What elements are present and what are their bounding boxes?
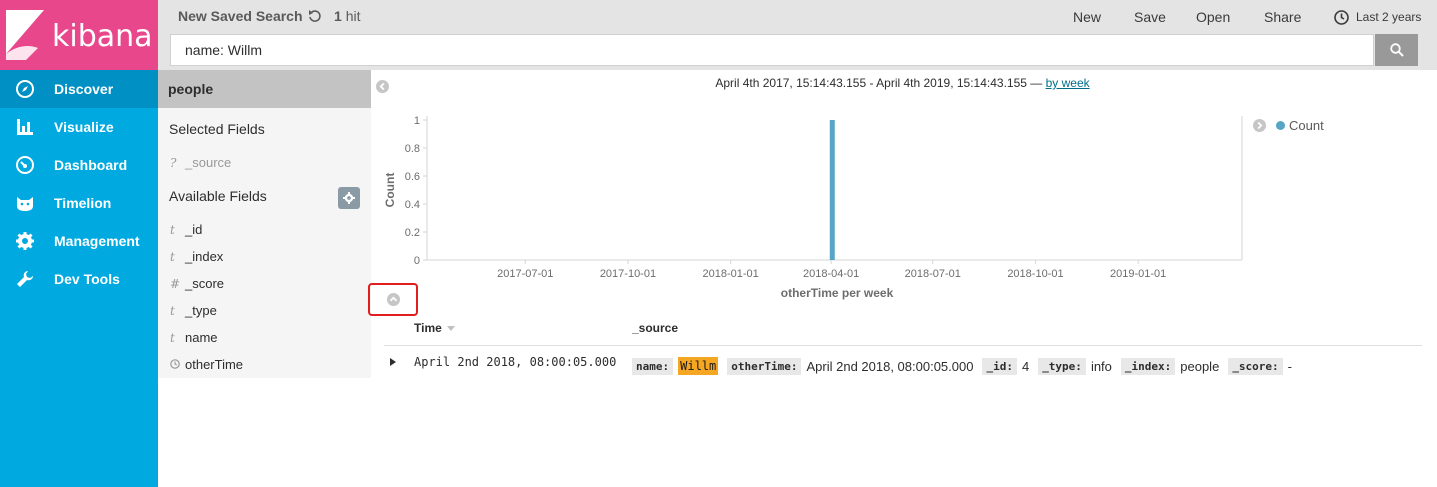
source-value: 4: [1021, 358, 1030, 374]
source-value: people: [1180, 358, 1220, 374]
x-tick-label: 2017-07-01: [497, 268, 553, 280]
source-value: info: [1090, 358, 1112, 374]
legend-color-dot: [1276, 121, 1285, 130]
source-key: _id:: [982, 357, 1017, 375]
y-axis-label: Count: [383, 173, 397, 208]
table-cell-source: name: Willm otherTime: April 2nd 2018, 0…: [632, 357, 1301, 375]
x-tick-label: 2017-10-01: [600, 268, 656, 280]
source-key: otherTime:: [727, 357, 802, 375]
y-tick-label: 1: [414, 115, 420, 127]
x-tick-label: 2018-01-01: [703, 268, 759, 280]
x-tick-label: 2019-01-01: [1110, 268, 1166, 280]
x-axis-label: otherTime per week: [781, 286, 894, 300]
y-tick-label: 0.4: [405, 199, 420, 211]
toggle-chart-icon[interactable]: [387, 293, 400, 306]
table-cell-time: April 2nd 2018, 08:00:05.000: [414, 355, 617, 369]
x-tick-label: 2018-04-01: [803, 268, 859, 280]
y-tick-label: 0.6: [405, 171, 420, 183]
y-tick-label: 0: [414, 255, 420, 267]
table-header-divider: [384, 345, 1422, 346]
source-key: name:: [632, 357, 674, 375]
y-tick-label: 0.8: [405, 143, 420, 155]
source-value: April 2nd 2018, 08:00:05.000: [806, 358, 974, 374]
x-tick-label: 2018-07-01: [905, 268, 961, 280]
legend-item-count[interactable]: Count: [1276, 118, 1324, 133]
column-header-source: _source: [632, 321, 679, 335]
source-value: -: [1287, 358, 1293, 374]
expand-row-icon[interactable]: [389, 358, 397, 366]
x-tick-label: 2018-10-01: [1007, 268, 1063, 280]
histogram-chart: 0 0.2 0.4 0.6 0.8 1 2017-07-01 2017-10-01 2018-0…: [383, 115, 1243, 300]
legend-toggle-icon[interactable]: [1253, 119, 1266, 132]
column-header-time[interactable]: Time: [414, 321, 442, 335]
y-tick-label: 0.2: [405, 227, 420, 239]
highlighted-value: Willm: [678, 357, 719, 375]
histogram-bar: [829, 120, 835, 260]
sort-caret-icon[interactable]: [447, 326, 455, 331]
source-key: _score:: [1228, 357, 1283, 375]
legend-label: Count: [1289, 118, 1324, 133]
source-key: _index:: [1120, 357, 1176, 375]
source-key: _type:: [1038, 357, 1086, 375]
